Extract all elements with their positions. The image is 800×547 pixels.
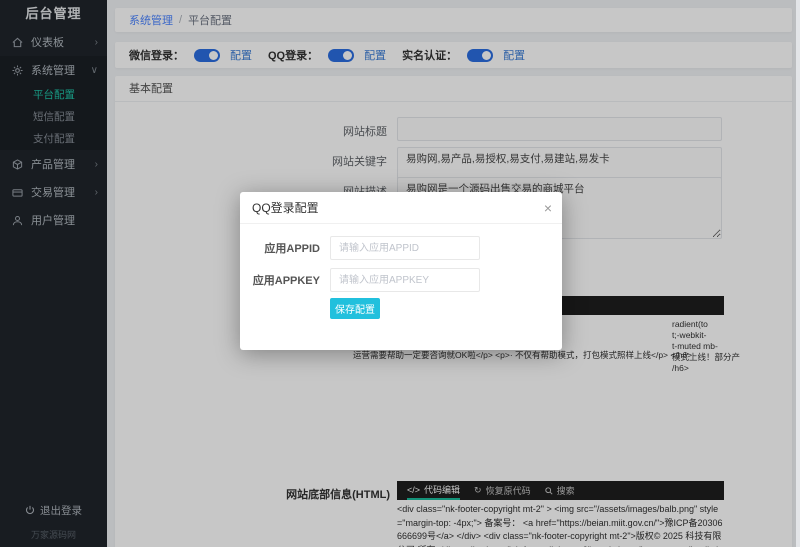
appid-row: 应用APPID bbox=[240, 236, 562, 260]
save-config-button[interactable]: 保存配置 bbox=[330, 298, 380, 319]
qq-login-config-modal: QQ登录配置 × 应用APPID 应用APPKEY 保存配置 bbox=[240, 192, 562, 350]
admin-app: 后台管理 仪表板 › 系统管理 ∨ 平台配置 短信配置 支付配置 产品管理 › … bbox=[0, 0, 800, 547]
modal-title: QQ登录配置 bbox=[240, 192, 562, 224]
appkey-label: 应用APPKEY bbox=[252, 275, 320, 287]
appid-input[interactable] bbox=[330, 236, 480, 260]
appkey-row: 应用APPKEY bbox=[240, 268, 562, 292]
appkey-input[interactable] bbox=[330, 268, 480, 292]
appid-label: 应用APPID bbox=[264, 243, 320, 255]
scrollbar[interactable] bbox=[796, 0, 800, 547]
close-icon[interactable]: × bbox=[544, 199, 552, 217]
